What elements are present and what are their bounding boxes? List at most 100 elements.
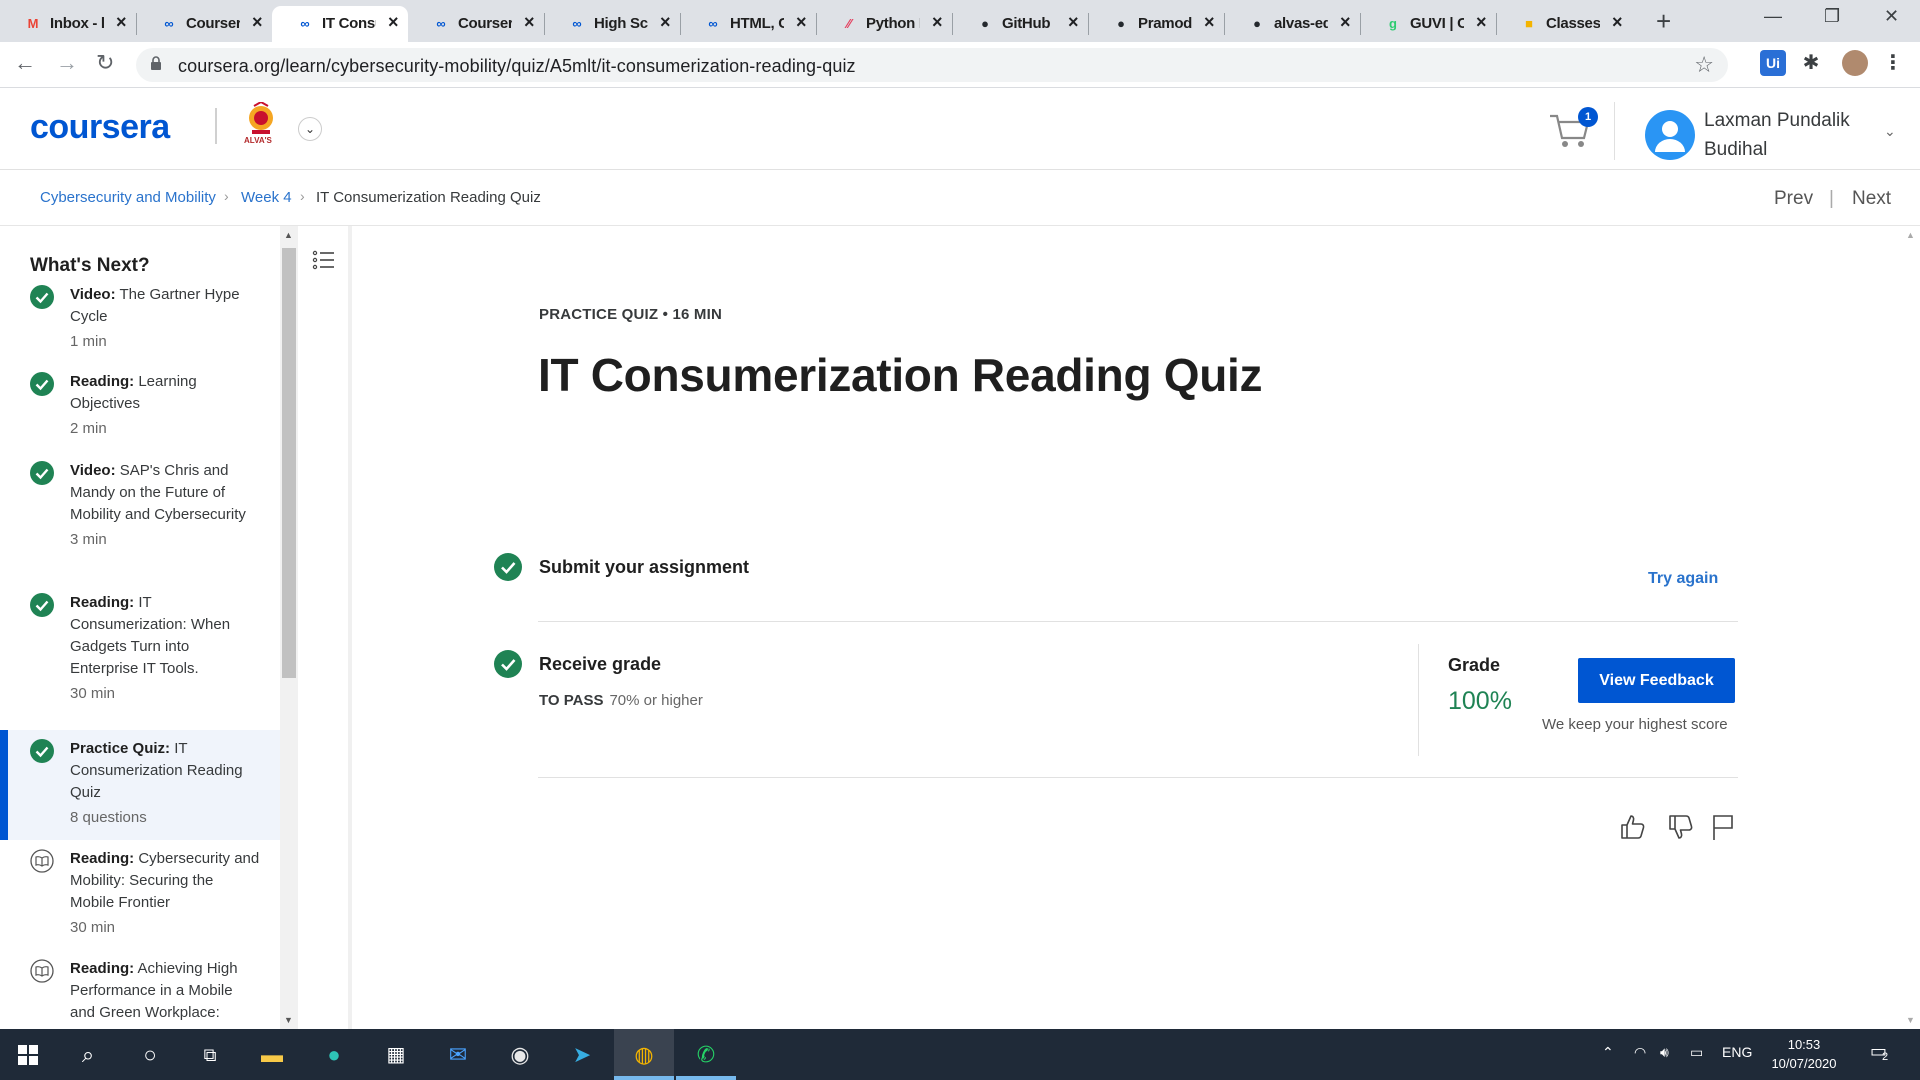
main-scrollbar[interactable]: ▲ ▼ — [1900, 226, 1920, 1029]
close-tab-icon[interactable]: × — [1612, 12, 1623, 33]
language-indicator[interactable]: ENG — [1722, 1044, 1752, 1060]
submit-step-title: Submit your assignment — [539, 557, 750, 577]
sidebar-item-text: Reading: IT Consumerization: When Gadget… — [70, 592, 260, 705]
close-tab-icon[interactable]: × — [1340, 12, 1351, 33]
page-title: IT Consumerization Reading Quiz — [538, 349, 1263, 401]
sidebar-item[interactable]: Reading: Learning Objectives 2 min — [0, 363, 280, 452]
file-explorer-icon[interactable]: ▬ — [254, 1037, 290, 1073]
profile-avatar-icon[interactable] — [1842, 50, 1868, 76]
maximize-icon[interactable]: ❐ — [1824, 6, 1840, 27]
sidebar-item[interactable]: Reading: Achieving High Performance in a… — [0, 950, 280, 1029]
new-tab-icon[interactable]: + — [1656, 6, 1671, 37]
chevron-down-icon[interactable]: ⌄ — [298, 117, 322, 141]
minimize-icon[interactable]: — — [1764, 6, 1782, 27]
close-tab-icon[interactable]: × — [252, 12, 263, 33]
close-tab-icon[interactable]: × — [932, 12, 943, 33]
bookmark-star-icon[interactable]: ☆ — [1694, 52, 1714, 78]
view-feedback-button[interactable]: View Feedback — [1578, 658, 1735, 703]
sidebar-item-type: Reading: — [70, 960, 135, 977]
close-tab-icon[interactable]: × — [524, 12, 535, 33]
browser-tab-strip: M Inbox - l × ∞ Coursera × ∞ IT Consu × ∞ Coursera… — [0, 0, 1920, 42]
close-tab-icon[interactable]: × — [388, 12, 399, 33]
close-tab-icon[interactable]: × — [660, 12, 671, 33]
user-menu-chevron-icon[interactable]: ⌄ — [1884, 123, 1896, 140]
next-link[interactable]: Next — [1852, 188, 1891, 210]
forward-icon[interactable]: → — [56, 50, 78, 76]
reload-icon[interactable]: ↻ — [96, 50, 114, 76]
close-tab-icon[interactable]: × — [796, 12, 807, 33]
browser-tab[interactable]: ∞ Coursera × — [408, 6, 544, 42]
cortana-icon[interactable]: ○ — [132, 1037, 168, 1073]
browser-tab[interactable]: ∞ IT Consu × — [272, 6, 408, 42]
sidebar-item[interactable]: Reading: Cybersecurity and Mobility: Sec… — [0, 840, 280, 950]
sidebar-item[interactable]: Video: The Gartner Hype Cycle 1 min — [0, 276, 280, 363]
browser-tab[interactable]: ● GitHub × — [952, 6, 1088, 42]
browser-menu-icon[interactable]: ⋮ — [1880, 50, 1906, 76]
coursera-icon: ∞ — [708, 16, 718, 31]
sidebar-heading: What's Next? — [30, 255, 150, 276]
close-tab-icon[interactable]: × — [1068, 12, 1079, 33]
media-player-icon[interactable]: ◉ — [502, 1037, 538, 1073]
flag-icon[interactable] — [1708, 812, 1738, 842]
browser-tab[interactable]: ∞ High Sc × — [544, 6, 680, 42]
telegram-icon[interactable]: ➤ — [564, 1037, 600, 1073]
scroll-up-icon[interactable]: ▲ — [1906, 230, 1915, 240]
check-circle-icon — [30, 593, 54, 617]
breadcrumb-course-link[interactable]: Cybersecurity and Mobility — [40, 189, 216, 206]
prev-link[interactable]: Prev — [1774, 188, 1813, 210]
sidebar-item[interactable]: Practice Quiz: IT Consumerization Readin… — [0, 730, 280, 840]
user-name[interactable]: Laxman Pundalik Budihal — [1704, 106, 1904, 164]
to-pass-label: TO PASS — [539, 692, 604, 709]
edge-icon[interactable]: ● — [316, 1037, 352, 1073]
close-tab-icon[interactable]: × — [1204, 12, 1215, 33]
sidebar-scrollbar[interactable]: ▲ ▼ — [280, 226, 298, 1029]
close-tab-icon[interactable]: × — [116, 12, 127, 33]
scroll-down-icon[interactable]: ▼ — [1906, 1015, 1915, 1025]
browser-tab[interactable]: ∞ Coursera × — [136, 6, 272, 42]
browser-tab[interactable]: ■ Classes × — [1496, 6, 1632, 42]
show-hidden-icons-icon[interactable]: ⌃ — [1602, 1044, 1614, 1061]
browser-tab[interactable]: M Inbox - l × — [0, 6, 136, 42]
extension-ui-icon[interactable]: Ui — [1760, 50, 1786, 76]
whatsapp-icon[interactable]: ✆ — [688, 1037, 724, 1073]
sidebar-item-type: Practice Quiz: — [70, 740, 171, 757]
browser-tab[interactable]: ● alvas-ed × — [1224, 6, 1360, 42]
thumbs-down-icon[interactable] — [1666, 812, 1696, 842]
github-icon: ● — [1117, 16, 1125, 31]
try-again-link[interactable]: Try again — [1648, 570, 1718, 588]
check-circle-icon — [30, 461, 54, 485]
battery-icon[interactable]: ▭ — [1690, 1044, 1703, 1061]
mail-icon[interactable]: ✉ — [440, 1037, 476, 1073]
chrome-icon[interactable]: ◍ — [626, 1037, 662, 1073]
store-icon[interactable]: ▦ — [378, 1037, 414, 1073]
scroll-up-icon[interactable]: ▲ — [284, 230, 293, 240]
tab-title: Coursera — [186, 15, 240, 32]
outline-list-icon[interactable] — [312, 248, 336, 272]
wifi-icon[interactable]: ◠ — [1634, 1044, 1646, 1061]
extensions-puzzle-icon[interactable]: ✱ — [1798, 50, 1824, 76]
back-icon[interactable]: ← — [14, 50, 36, 76]
scroll-down-icon[interactable]: ▼ — [284, 1015, 293, 1025]
coursera-icon: ∞ — [300, 16, 310, 31]
volume-icon[interactable]: 🔊︎ — [1660, 1044, 1669, 1061]
browser-tab[interactable]: ● Pramod × — [1088, 6, 1224, 42]
coursera-logo[interactable]: coursera — [30, 108, 170, 147]
windows-start-icon[interactable] — [18, 1045, 38, 1065]
browser-tab[interactable]: ∕∕ Python E × — [816, 6, 952, 42]
task-view-icon[interactable]: ⧉ — [192, 1037, 228, 1073]
sidebar-item-text: Video: SAP's Chris and Mandy on the Futu… — [70, 460, 260, 551]
system-clock[interactable]: 10:53 10/07/2020 — [1766, 1035, 1842, 1073]
thumbs-up-icon[interactable] — [1618, 812, 1648, 842]
sidebar-scroll-thumb[interactable] — [282, 248, 296, 678]
browser-tab[interactable]: g GUVI | C × — [1360, 6, 1496, 42]
sidebar-item[interactable]: Video: SAP's Chris and Mandy on the Futu… — [0, 452, 280, 584]
sidebar-item[interactable]: Reading: IT Consumerization: When Gadget… — [0, 584, 280, 730]
search-icon[interactable]: ⌕ — [70, 1037, 106, 1073]
browser-tab[interactable]: ∞ HTML, C × — [680, 6, 816, 42]
close-tab-icon[interactable]: × — [1476, 12, 1487, 33]
breadcrumb-week-link[interactable]: Week 4 — [241, 189, 292, 206]
close-window-icon[interactable]: ✕ — [1884, 6, 1899, 27]
address-bar[interactable]: coursera.org/learn/cybersecurity-mobilit… — [136, 48, 1728, 82]
user-avatar[interactable] — [1645, 110, 1695, 160]
site-header: coursera ALVA'S ⌄ 1 Laxman Pundalik Budi… — [0, 88, 1920, 170]
